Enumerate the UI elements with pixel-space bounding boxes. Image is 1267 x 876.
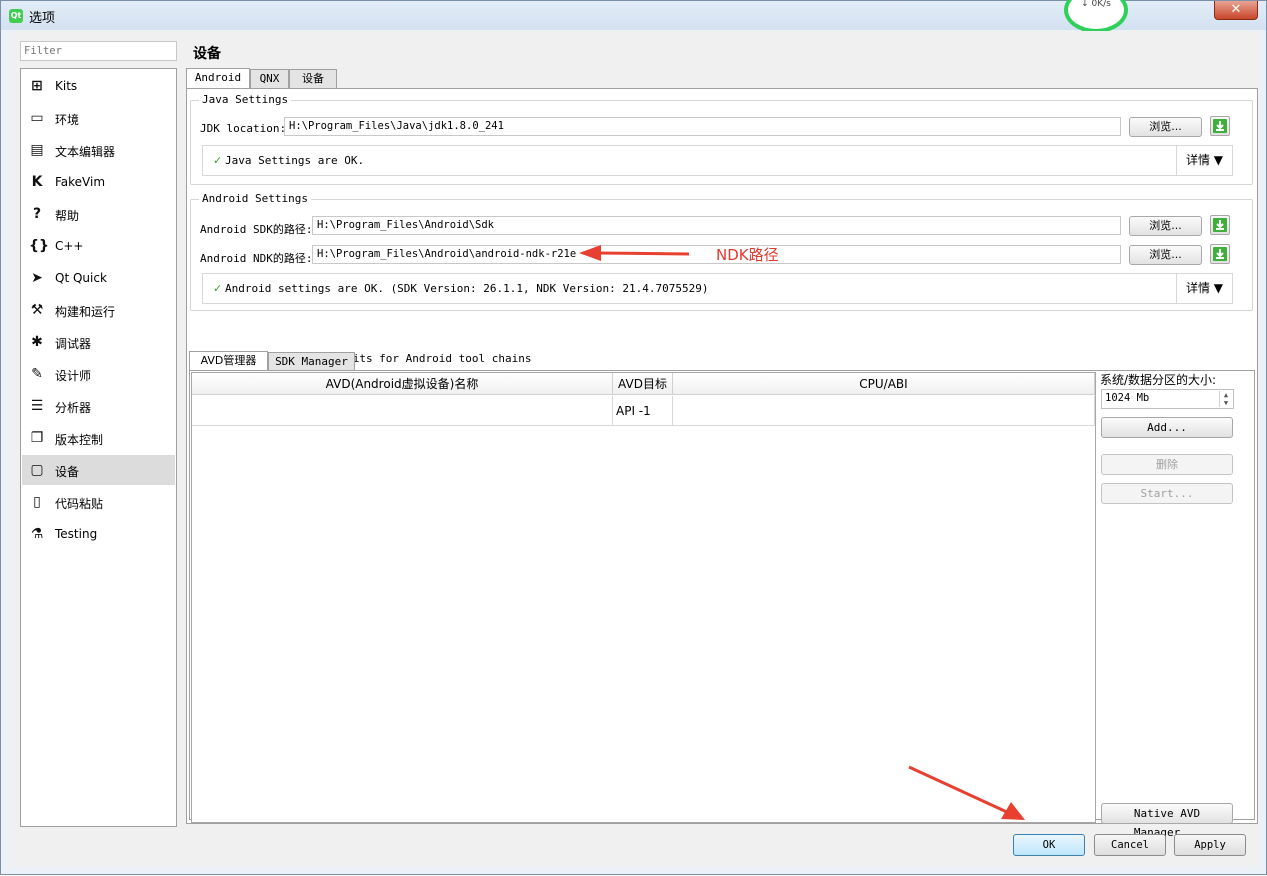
- options-dialog: Qt 选项 ✕ % ↓ 0K/s ✕ ⊞Kits▭环境▤文本编辑器KFakeVi…: [0, 0, 1267, 875]
- ndk-annotation-arrow: [579, 245, 1025, 820]
- ndk-annotation-text: NDK路径: [716, 246, 779, 264]
